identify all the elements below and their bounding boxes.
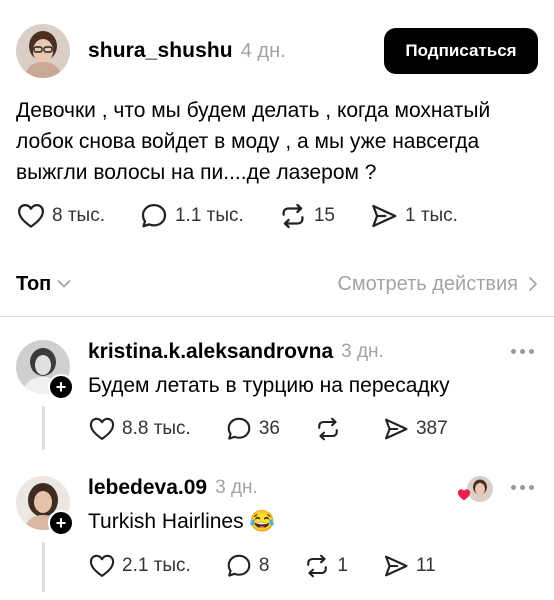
like-count: 8 тыс. — [52, 205, 105, 226]
comment-timestamp: 3 дн. — [341, 341, 384, 362]
like-count: 8.8 тыс. — [122, 418, 191, 439]
comment-header: lebedeva.09 3 дн. — [88, 476, 258, 500]
view-activity-link[interactable]: Смотреть действия — [337, 273, 538, 296]
comment-author-name[interactable]: lebedeva.09 — [88, 476, 207, 500]
post-header: shura_shushu 4 дн. Подписаться — [16, 24, 538, 78]
repost-icon — [303, 552, 331, 580]
plus-icon[interactable]: + — [48, 374, 74, 400]
comment-bubble-icon — [225, 415, 253, 443]
reply-button[interactable]: 1.1 тыс. — [139, 201, 244, 231]
follow-button[interactable]: Подписаться — [384, 28, 538, 74]
reply-button[interactable]: 8 — [225, 552, 270, 580]
post-timestamp: 4 дн. — [240, 39, 286, 62]
reply-count: 1.1 тыс. — [174, 205, 244, 226]
comment-text: Будем летать в турцию на пересадку — [88, 374, 450, 397]
repost-count: 15 — [313, 205, 335, 226]
comment-timestamp: 3 дн. — [215, 477, 258, 498]
reply-button[interactable]: 36 — [225, 415, 280, 443]
divider — [0, 316, 554, 317]
repost-button[interactable]: 15 — [278, 201, 335, 231]
share-button[interactable]: 1 тыс. — [369, 201, 458, 231]
comment-actions: 8.8 тыс. 36 387 — [88, 415, 482, 443]
comment-bubble-icon — [225, 552, 253, 580]
reply-count: 36 — [258, 418, 280, 439]
comment-header: kristina.k.aleksandrovna 3 дн. — [88, 340, 384, 364]
post-author-name[interactable]: shura_shushu — [88, 39, 233, 63]
sort-dropdown[interactable]: Топ — [16, 273, 51, 296]
like-button[interactable]: 8.8 тыс. — [88, 415, 191, 443]
sort-bar: Топ Смотреть действия — [16, 266, 538, 302]
reply-count: 8 — [258, 555, 270, 576]
more-dots-icon[interactable] — [511, 349, 534, 354]
like-button[interactable]: 8 тыс. — [16, 201, 105, 231]
heart-icon — [88, 415, 116, 443]
share-count: 11 — [416, 555, 436, 576]
send-icon — [369, 201, 399, 231]
repost-button[interactable] — [314, 415, 348, 443]
send-icon — [382, 415, 410, 443]
more-dots-icon[interactable] — [511, 485, 534, 490]
share-count: 387 — [415, 418, 448, 439]
share-count: 1 тыс. — [404, 205, 458, 226]
repost-icon — [278, 201, 308, 231]
repost-button[interactable]: 1 — [303, 552, 348, 580]
share-button[interactable]: 387 — [382, 415, 448, 443]
chevron-right-icon — [529, 277, 537, 291]
comment-bubble-icon — [139, 201, 169, 231]
like-button[interactable]: 2.1 тыс. — [88, 552, 191, 580]
comment-author-name[interactable]: kristina.k.aleksandrovna — [88, 340, 333, 364]
avatar[interactable] — [16, 24, 70, 78]
heart-icon — [88, 552, 116, 580]
thread-line — [42, 542, 45, 592]
repost-icon — [314, 415, 342, 443]
red-heart-icon — [457, 489, 471, 501]
plus-icon[interactable]: + — [48, 510, 74, 536]
post-actions: 8 тыс. 1.1 тыс. 15 1 тыс. — [16, 201, 492, 231]
comment-text: Turkish Hairlines 😂 — [88, 510, 276, 533]
thread-line — [42, 406, 45, 450]
post-text: Девочки , что мы будем делать , когда мо… — [16, 99, 491, 184]
view-activity-label: Смотреть действия — [337, 272, 518, 295]
comment-actions: 2.1 тыс. 8 1 11 — [88, 552, 470, 580]
repost-count: 1 — [337, 555, 348, 576]
like-count: 2.1 тыс. — [122, 555, 191, 576]
heart-icon — [16, 201, 46, 231]
chevron-down-icon[interactable] — [57, 279, 71, 289]
send-icon — [382, 552, 410, 580]
share-button[interactable]: 11 — [382, 552, 436, 580]
